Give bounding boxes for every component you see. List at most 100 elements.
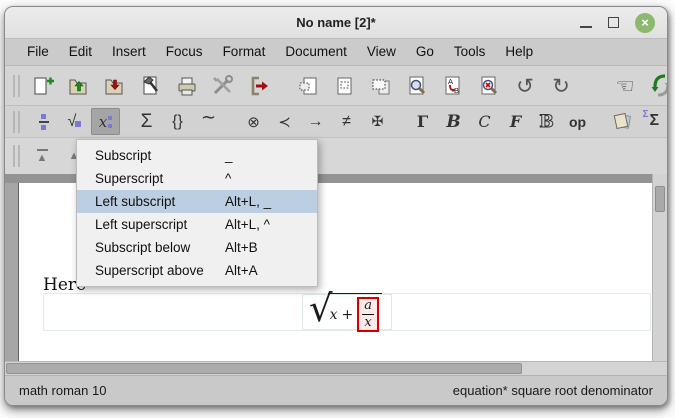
symbols-button[interactable]: ✠ <box>363 108 392 135</box>
bold-letter-button[interactable]: B <box>439 108 468 135</box>
close-button[interactable]: × <box>635 13 655 33</box>
menu-edit[interactable]: Edit <box>59 39 102 65</box>
revert-button[interactable] <box>647 72 668 100</box>
fraction-cursor-box[interactable]: a x <box>357 297 379 331</box>
bold-B-icon: B <box>446 112 460 132</box>
menu-help[interactable]: Help <box>495 39 543 65</box>
equation-focus-box[interactable]: √ x + a x <box>302 294 392 330</box>
blackboard-letter-button[interactable]: B <box>532 108 561 135</box>
symbol-cards-icon <box>614 113 632 131</box>
menu-item-left-superscript[interactable]: Left superscriptAlt+L, ^ <box>77 213 317 236</box>
paste-icon <box>369 74 393 98</box>
search-icon <box>405 74 429 98</box>
export-button[interactable] <box>245 72 273 100</box>
spell-check-button[interactable] <box>475 72 503 100</box>
exit-upward-button[interactable]: ▲ <box>29 144 55 168</box>
preferences-button[interactable] <box>209 72 237 100</box>
toolbar-grip[interactable] <box>13 111 20 133</box>
window-title: No name [2]* <box>5 15 667 30</box>
paste-button[interactable] <box>367 72 395 100</box>
fraction-button[interactable] <box>29 108 58 135</box>
cut-button[interactable] <box>295 72 323 100</box>
sum-icon: Σ <box>141 111 153 133</box>
scripts-dropdown-menu: Subscript_ Superscript^ Left subscriptAl… <box>76 139 318 287</box>
vertical-scrollbar-thumb[interactable] <box>655 186 665 212</box>
menu-item-left-subscript[interactable]: Left subscriptAlt+L, _ <box>77 190 317 213</box>
calligraphic-letter-button[interactable]: C <box>470 108 499 135</box>
print-button[interactable] <box>173 72 201 100</box>
toolbar-grip[interactable] <box>13 75 20 97</box>
fraktur-F-icon: F <box>510 112 521 131</box>
menu-bar: File Edit Insert Focus Format Document V… <box>5 39 667 66</box>
fraction-icon <box>39 114 49 130</box>
search-button[interactable] <box>403 72 431 100</box>
greek-letter-button[interactable]: Γ <box>408 108 437 135</box>
shortcut: Alt+L, _ <box>225 194 303 209</box>
menu-insert[interactable]: Insert <box>102 39 156 65</box>
insert-big-sum-button[interactable]: ΣΣ <box>639 108 668 135</box>
menu-tools[interactable]: Tools <box>444 39 496 65</box>
cut-icon <box>297 74 321 98</box>
replace-button[interactable]: AB <box>439 72 467 100</box>
new-document-button[interactable] <box>29 72 57 100</box>
square-root-icon: √ <box>68 113 82 131</box>
minimize-button[interactable] <box>580 26 592 28</box>
open-document-icon <box>67 74 91 98</box>
menu-format[interactable]: Format <box>213 39 276 65</box>
negation-button[interactable]: ≠ <box>332 108 361 135</box>
menu-file[interactable]: File <box>17 39 59 65</box>
compile-button[interactable] <box>137 72 165 100</box>
shortcut: ^ <box>225 171 303 186</box>
menu-item-subscript-below[interactable]: Subscript belowAlt+B <box>77 236 317 259</box>
main-toolbar: AB ↺ ↻ ☜ ☞ <box>5 66 667 106</box>
menu-item-subscript[interactable]: Subscript_ <box>77 144 317 167</box>
symbol-palette-button[interactable] <box>608 108 637 135</box>
menu-item-superscript-above[interactable]: Superscript aboveAlt+A <box>77 259 317 282</box>
menu-go[interactable]: Go <box>406 39 444 65</box>
script-C-icon: C <box>478 112 490 131</box>
math-toolbar: √ x Σ {} ∼ ⊗ ≺ → ≠ ✠ Γ B C F B op ΣΣ Σ » <box>5 106 667 138</box>
undo-icon: ↺ <box>516 74 534 98</box>
shortcut: _ <box>225 148 303 163</box>
circled-operator-button[interactable]: ⊗ <box>239 108 268 135</box>
open-document-button[interactable] <box>65 72 93 100</box>
save-document-button[interactable] <box>101 72 129 100</box>
horizontal-scrollbar-thumb[interactable] <box>6 363 522 374</box>
menu-document[interactable]: Document <box>275 39 357 65</box>
exit-upward-icon: ▲ <box>37 149 48 164</box>
right-arrow-icon: → <box>308 113 324 131</box>
plus-operator: + <box>341 307 353 323</box>
toolbar-grip[interactable] <box>13 145 20 167</box>
window-controls: × <box>580 13 667 33</box>
maximize-button[interactable] <box>608 17 619 28</box>
scripts-button[interactable]: x <box>91 108 120 135</box>
scripts-icon: x <box>99 113 112 131</box>
fraktur-letter-button[interactable]: F <box>501 108 530 135</box>
menu-item-superscript[interactable]: Superscript^ <box>77 167 317 190</box>
relation-button[interactable]: ≺ <box>270 108 299 135</box>
back-button[interactable]: ☜ <box>611 72 639 100</box>
tilde-icon: ∼ <box>201 107 216 128</box>
braces-button[interactable]: {} <box>163 108 192 135</box>
tools-icon <box>211 74 235 98</box>
menu-view[interactable]: View <box>357 39 406 65</box>
wide-accent-button[interactable]: ∼ <box>194 108 223 135</box>
copy-button[interactable] <box>331 72 359 100</box>
redo-button[interactable]: ↻ <box>547 72 575 100</box>
vertical-scrollbar[interactable] <box>652 174 667 361</box>
title-bar[interactable]: No name [2]* × <box>5 7 667 39</box>
op-icon: op <box>569 114 586 130</box>
status-bar: math roman 10 equation* square root deno… <box>5 375 667 405</box>
svg-text:A: A <box>448 77 453 86</box>
operator-button[interactable]: op <box>563 108 592 135</box>
arrow-button[interactable]: → <box>301 108 330 135</box>
square-root-button[interactable]: √ <box>60 108 89 135</box>
menu-focus[interactable]: Focus <box>156 39 213 65</box>
new-document-icon <box>31 74 55 98</box>
undo-button[interactable]: ↺ <box>511 72 539 100</box>
variable-x: x <box>330 307 338 323</box>
horizontal-scrollbar[interactable] <box>5 361 667 375</box>
denominator: x <box>362 315 374 330</box>
big-operator-button[interactable]: Σ <box>132 108 161 135</box>
status-left: math roman 10 <box>19 383 106 398</box>
